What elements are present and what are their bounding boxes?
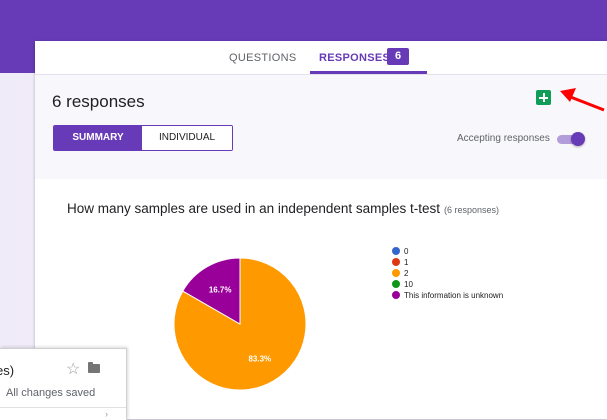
star-icon[interactable]: ☆ [66,359,80,379]
docs-title-overlay: es) ☆ All changes saved › [0,348,127,420]
divider [0,407,126,408]
folder-icon[interactable] [88,362,100,373]
chevron-right-icon[interactable]: › [105,409,108,419]
document-title[interactable]: es) [0,363,14,378]
save-status: All changes saved [6,387,96,399]
